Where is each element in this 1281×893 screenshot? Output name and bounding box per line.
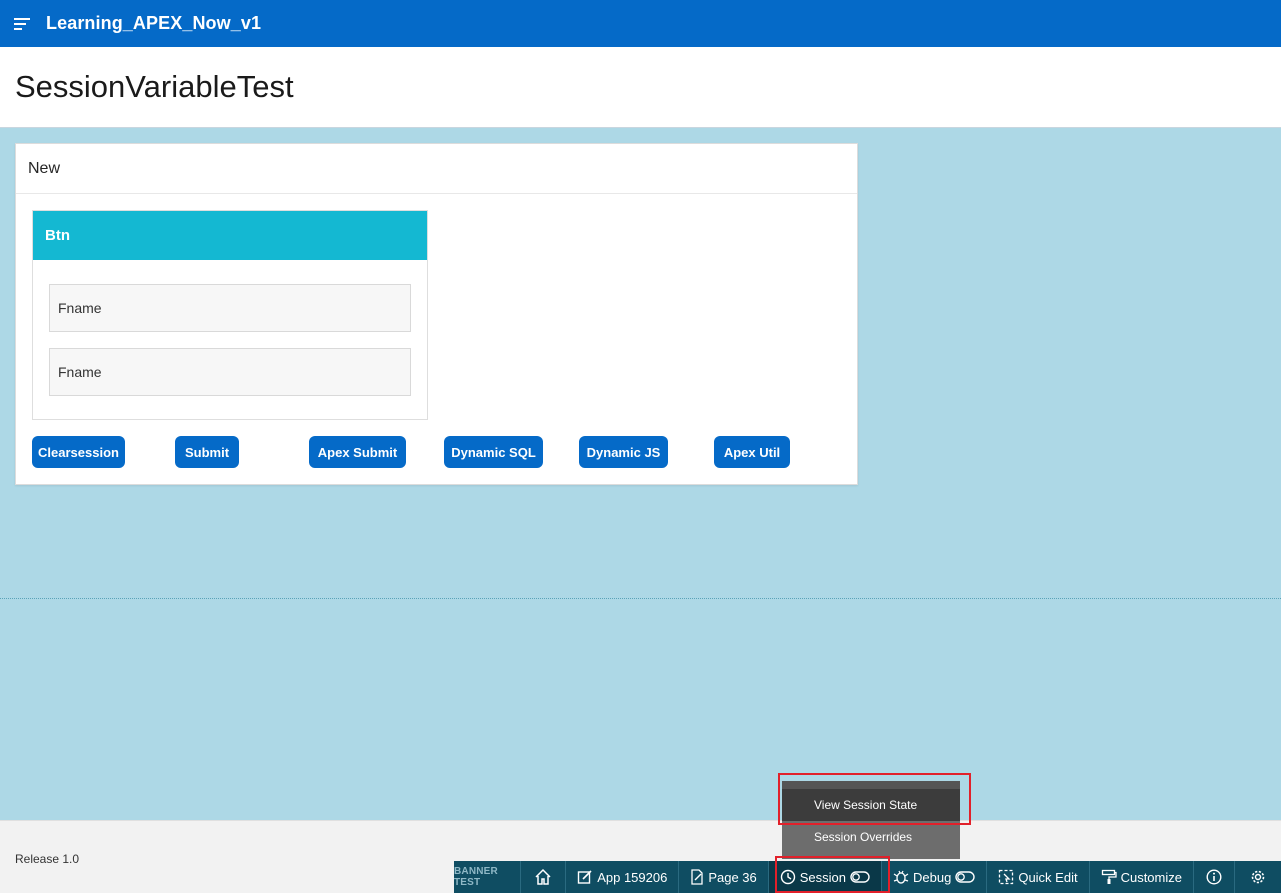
- session-toolbar-button[interactable]: Session: [768, 861, 883, 893]
- session-label: Session: [799, 869, 847, 885]
- quick-edit-label: Quick Edit: [1018, 869, 1078, 885]
- banner-label: BANNER TEST: [454, 861, 522, 893]
- info-icon[interactable]: [1194, 861, 1235, 893]
- clearsession-button[interactable]: Clearsession: [32, 436, 125, 468]
- edit-icon: [578, 870, 592, 884]
- home-icon[interactable]: [521, 861, 567, 893]
- dynamic-sql-button[interactable]: Dynamic SQL: [444, 436, 543, 468]
- card-title: Btn: [33, 211, 427, 260]
- page-label: Page 36: [708, 869, 757, 885]
- debug-label: Debug: [913, 869, 952, 885]
- toggle-icon: [850, 871, 870, 883]
- clock-icon: [780, 869, 795, 885]
- view-session-state-menu-item[interactable]: View Session State: [782, 789, 960, 821]
- page-title-bar: SessionVariableTest: [0, 47, 1281, 128]
- region-title: New: [16, 144, 857, 194]
- top-navigation-bar: Learning_APEX_Now_v1: [0, 0, 1281, 47]
- gear-icon[interactable]: [1235, 861, 1281, 893]
- session-overrides-menu-item[interactable]: Session Overrides: [782, 821, 960, 853]
- developer-toolbar: BANNER TEST App 159206 Page 36 Session D…: [454, 861, 1281, 893]
- release-label: Release 1.0: [15, 852, 80, 866]
- bug-icon: [893, 870, 909, 884]
- region-new: New Btn Fname Fname Clearsession Submit …: [15, 143, 858, 485]
- app-label: App 159206: [597, 869, 668, 885]
- debug-toolbar-button[interactable]: Debug: [882, 861, 988, 893]
- customize-toolbar-button[interactable]: Customize: [1090, 861, 1194, 893]
- paint-roller-icon: [1101, 869, 1117, 884]
- card-btn: Btn Fname Fname: [32, 210, 428, 420]
- body-divider: [0, 598, 1281, 599]
- page-toolbar-button[interactable]: Page 36: [679, 861, 769, 893]
- page-edit-icon: [691, 869, 703, 885]
- session-menu: View Session State Session Overrides: [782, 781, 960, 859]
- fname-field-2[interactable]: Fname: [49, 348, 411, 396]
- app-toolbar-button[interactable]: App 159206: [566, 861, 680, 893]
- app-title[interactable]: Learning_APEX_Now_v1: [46, 13, 261, 34]
- page-title: SessionVariableTest: [15, 69, 294, 104]
- quick-edit-icon: [999, 869, 1014, 885]
- customize-label: Customize: [1120, 869, 1182, 885]
- dynamic-js-button[interactable]: Dynamic JS: [579, 436, 668, 468]
- quick-edit-toolbar-button[interactable]: Quick Edit: [987, 861, 1090, 893]
- toggle-icon: [955, 871, 976, 883]
- apex-util-button[interactable]: Apex Util: [714, 436, 790, 468]
- apex-submit-button[interactable]: Apex Submit: [309, 436, 406, 468]
- fname-field-1[interactable]: Fname: [49, 284, 411, 332]
- submit-button[interactable]: Submit: [175, 436, 239, 468]
- hamburger-menu-icon[interactable]: [0, 0, 46, 47]
- session-menu-top-strip: [782, 781, 960, 789]
